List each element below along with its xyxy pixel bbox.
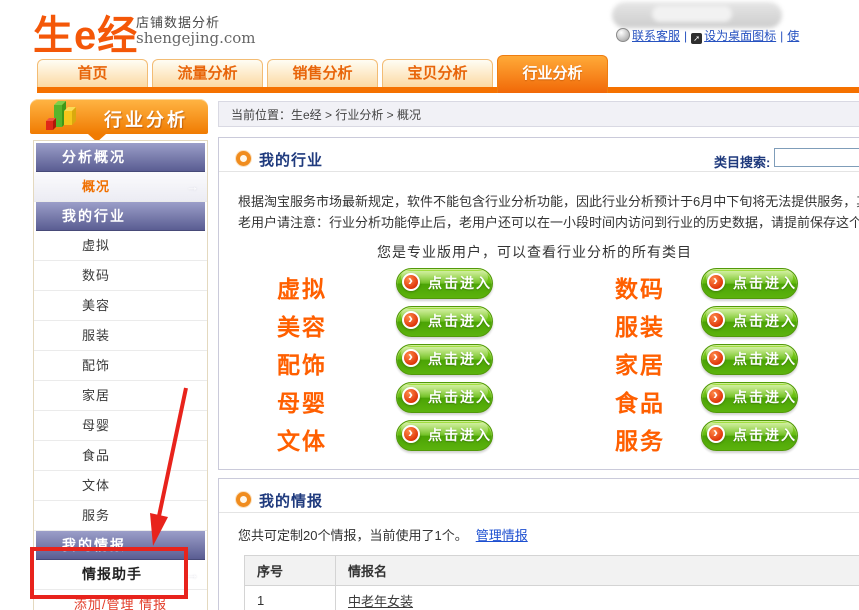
sidebar-item[interactable]: 概况→	[34, 172, 207, 202]
arrow-circle-icon	[707, 273, 725, 291]
intel-summary: 您共可定制20个情报，当前使用了1个。管理情报	[238, 525, 528, 544]
divider	[219, 171, 859, 172]
industry-panel-title: 我的行业	[259, 149, 323, 170]
desktop-shortcut-icon: ➚	[691, 33, 702, 44]
category-label: 美容	[269, 308, 335, 342]
sidebar-section-header: 分析概况	[36, 143, 205, 172]
enter-button[interactable]: 点击进入	[396, 344, 493, 375]
arrow-circle-icon	[402, 273, 420, 291]
enter-button[interactable]: 点击进入	[396, 268, 493, 299]
category-label: 服务	[607, 422, 673, 456]
tab-industry-analysis[interactable]: 行业分析	[497, 55, 608, 93]
breadcrumb: 当前位置：生e经 > 行业分析 > 概况	[218, 101, 859, 127]
category-row: 文体 点击进入 服务 点击进入	[219, 419, 839, 457]
desktop-shortcut-link[interactable]: 设为桌面图标	[704, 29, 776, 43]
industry-panel: 我的行业 类目搜索: 根据淘宝服务市场最新规定，软件不能包含行业分析功能，因此行…	[218, 137, 859, 470]
tab-item-analysis[interactable]: 宝贝分析	[382, 59, 493, 87]
category-label: 虚拟	[269, 270, 335, 304]
intel-name-link[interactable]: 中老年女装	[348, 594, 413, 609]
sidebar-title: 行业分析	[104, 106, 188, 132]
category-grid: 虚拟 点击进入 数码 点击进入 美容 点击进入 服装 点击进入 配饰 点击进入 …	[219, 267, 839, 457]
section-bullet-icon	[236, 151, 251, 166]
category-search-input[interactable]	[774, 148, 859, 167]
customer-service-icon	[616, 28, 630, 42]
notice-line1: 根据淘宝服务市场最新规定，软件不能包含行业分析功能，因此行业分析预计于6月中下旬…	[238, 191, 859, 212]
arrow-circle-icon	[707, 311, 725, 329]
brand-domain: shengejing.com	[136, 29, 256, 47]
category-search-label: 类目搜索:	[714, 152, 770, 171]
tab-sales-analysis[interactable]: 销售分析	[267, 59, 378, 87]
arrow-circle-icon	[402, 349, 420, 367]
intel-panel: 我的情报 您共可定制20个情报，当前使用了1个。管理情报 序号 情报名 1 中老…	[218, 478, 859, 610]
column-header-name: 情报名	[336, 556, 859, 586]
arrow-circle-icon	[402, 311, 420, 329]
divider	[219, 512, 859, 513]
bar-chart-3d-icon	[42, 97, 80, 137]
annotation-rectangle	[30, 547, 188, 599]
help-link-clipped[interactable]: 使	[787, 29, 799, 43]
sidebar-item[interactable]: 数码	[34, 261, 207, 291]
arrow-circle-icon	[402, 425, 420, 443]
sidebar-section-header: 我的行业	[36, 202, 205, 231]
category-label: 服装	[607, 308, 673, 342]
category-row: 虚拟 点击进入 数码 点击进入	[219, 267, 839, 305]
enter-button[interactable]: 点击进入	[701, 382, 798, 413]
sidebar-item[interactable]: 虚拟	[34, 231, 207, 261]
category-row: 配饰 点击进入 家居 点击进入	[219, 343, 839, 381]
enter-button[interactable]: 点击进入	[396, 306, 493, 337]
arrow-circle-icon	[707, 349, 725, 367]
column-header-index: 序号	[245, 556, 336, 586]
category-row: 母婴 点击进入 食品 点击进入	[219, 381, 839, 419]
sidebar-header: 行业分析	[30, 99, 208, 134]
sidebar-item[interactable]: 服装	[34, 321, 207, 351]
sidebar-item[interactable]: 文体	[34, 471, 207, 501]
sidebar-item[interactable]: 母婴	[34, 411, 207, 441]
enter-button[interactable]: 点击进入	[396, 382, 493, 413]
category-label: 数码	[607, 270, 673, 304]
category-row: 美容 点击进入 服装 点击进入	[219, 305, 839, 343]
enter-button[interactable]: 点击进入	[701, 344, 798, 375]
arrow-circle-icon	[707, 425, 725, 443]
enter-button[interactable]: 点击进入	[701, 268, 798, 299]
sidebar-item[interactable]: 服务	[34, 501, 207, 531]
tab-home[interactable]: 首页	[37, 59, 148, 87]
enter-button[interactable]: 点击进入	[701, 306, 798, 337]
arrow-circle-icon	[402, 387, 420, 405]
enter-button[interactable]: 点击进入	[396, 420, 493, 451]
sidebar-item[interactable]: 家居	[34, 381, 207, 411]
tab-traffic-analysis[interactable]: 流量分析	[152, 59, 263, 87]
sidebar-item[interactable]: 食品	[34, 441, 207, 471]
section-bullet-icon	[236, 492, 251, 507]
brand-logo: 生e经	[33, 3, 138, 61]
arrow-circle-icon	[707, 387, 725, 405]
notice-text: 根据淘宝服务市场最新规定，软件不能包含行业分析功能，因此行业分析预计于6月中下旬…	[238, 191, 859, 233]
arrow-right-icon: →	[186, 172, 200, 201]
table-row: 1 中老年女装	[245, 586, 859, 610]
enter-button[interactable]: 点击进入	[701, 420, 798, 451]
category-label: 食品	[607, 384, 673, 418]
category-label: 家居	[607, 346, 673, 380]
sidebar-item[interactable]: 美容	[34, 291, 207, 321]
sidebar-menu: 分析概况概况→我的行业虚拟数码美容服装配饰家居母婴食品文体服务我的情报情报助手→…	[33, 140, 208, 610]
notice-line2: 老用户请注意：行业分析功能停止后，老用户还可以在一小段时间内访问到行业的历史数据…	[238, 212, 859, 233]
link-separator: |	[684, 29, 687, 43]
category-label: 母婴	[269, 384, 335, 418]
category-label: 文体	[269, 422, 335, 456]
intel-panel-title: 我的情报	[259, 490, 323, 511]
pro-user-note: 您是专业版用户，可以查看行业分析的所有类目	[377, 242, 692, 262]
manage-intel-link[interactable]: 管理情报	[476, 528, 528, 543]
app-window: 生e经 店铺数据分析 shengejing.com 联系客服|➚设为桌面图标|使…	[0, 0, 859, 610]
main-nav: 首页 流量分析 销售分析 宝贝分析 行业分析	[0, 55, 859, 93]
intel-table: 序号 情报名 1 中老年女装	[244, 555, 859, 610]
header-links: 联系客服 | ➚设为桌面图标 | 使	[616, 27, 799, 44]
redacted-user-info	[612, 2, 782, 28]
link-separator: |	[780, 29, 783, 43]
table-header-row: 序号 情报名	[245, 556, 859, 586]
contact-support-link[interactable]: 联系客服	[632, 29, 680, 43]
sidebar-item[interactable]: 配饰	[34, 351, 207, 381]
category-label: 配饰	[269, 346, 335, 380]
